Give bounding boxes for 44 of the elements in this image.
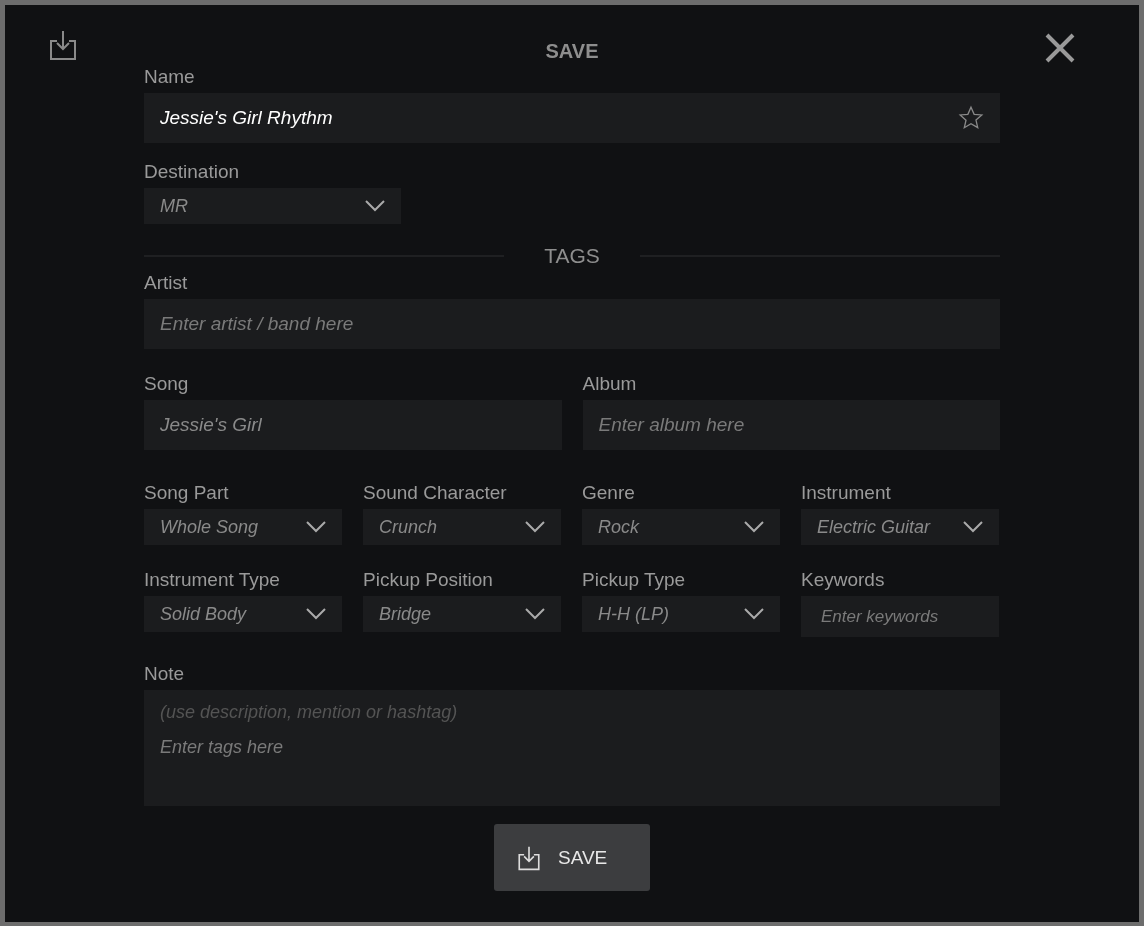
hint-text: (use description, mention or hashtag): [160, 702, 458, 723]
section-heading: TAGS: [544, 244, 600, 268]
chevron-down-icon: [306, 608, 326, 620]
tag-dropdown[interactable]: H-H (LP): [582, 596, 780, 632]
star-icon[interactable]: [958, 105, 984, 131]
tag-dropdown[interactable]: Rock: [582, 509, 780, 545]
name-field[interactable]: Jessie's Girl Rhythm: [144, 93, 1000, 143]
field-label: Instrument Type: [144, 569, 280, 591]
song-field[interactable]: Jessie's Girl: [144, 400, 562, 450]
close-icon[interactable]: [1044, 32, 1076, 64]
field-label: Sound Character: [363, 482, 507, 504]
field-label: Keywords: [801, 569, 885, 591]
chevron-down-icon: [744, 608, 764, 620]
field-label: Pickup Position: [363, 569, 493, 591]
field-label: Instrument: [801, 482, 891, 504]
artist-field[interactable]: Enter artist / band here: [144, 299, 1000, 349]
tag-dropdown[interactable]: Crunch: [363, 509, 561, 545]
field-label: Genre: [582, 482, 635, 504]
note-input[interactable]: Enter tags here: [160, 737, 984, 794]
save-button[interactable]: SAVE: [494, 824, 650, 891]
save-icon[interactable]: [47, 29, 79, 61]
chevron-down-icon: [744, 521, 764, 533]
field-label: Name: [144, 66, 195, 88]
field-label: Destination: [144, 161, 240, 183]
chevron-down-icon: [525, 608, 545, 620]
save-icon: [516, 844, 542, 871]
field-label: Song: [144, 373, 189, 395]
chevron-down-icon: [306, 521, 326, 533]
tag-dropdown[interactable]: Whole Song: [144, 509, 342, 545]
field-label: Pickup Type: [582, 569, 686, 591]
field-label: Album: [582, 373, 637, 395]
chevron-down-icon: [525, 521, 545, 533]
chevron-down-icon: [963, 521, 983, 533]
field-label: Song Part: [144, 482, 229, 504]
tag-dropdown[interactable]: Electric Guitar: [801, 509, 999, 545]
album-field[interactable]: Enter album here: [582, 400, 1000, 450]
chevron-down-icon: [365, 200, 385, 212]
tag-dropdown[interactable]: Bridge: [363, 596, 561, 632]
field-label: Artist: [144, 272, 188, 294]
keywords-field[interactable]: Enter keywords: [801, 596, 999, 637]
field-label: Note: [144, 663, 185, 685]
destination-dropdown[interactable]: MR: [144, 188, 401, 224]
dialog-title: SAVE: [545, 40, 599, 64]
tag-dropdown[interactable]: Solid Body: [144, 596, 342, 632]
